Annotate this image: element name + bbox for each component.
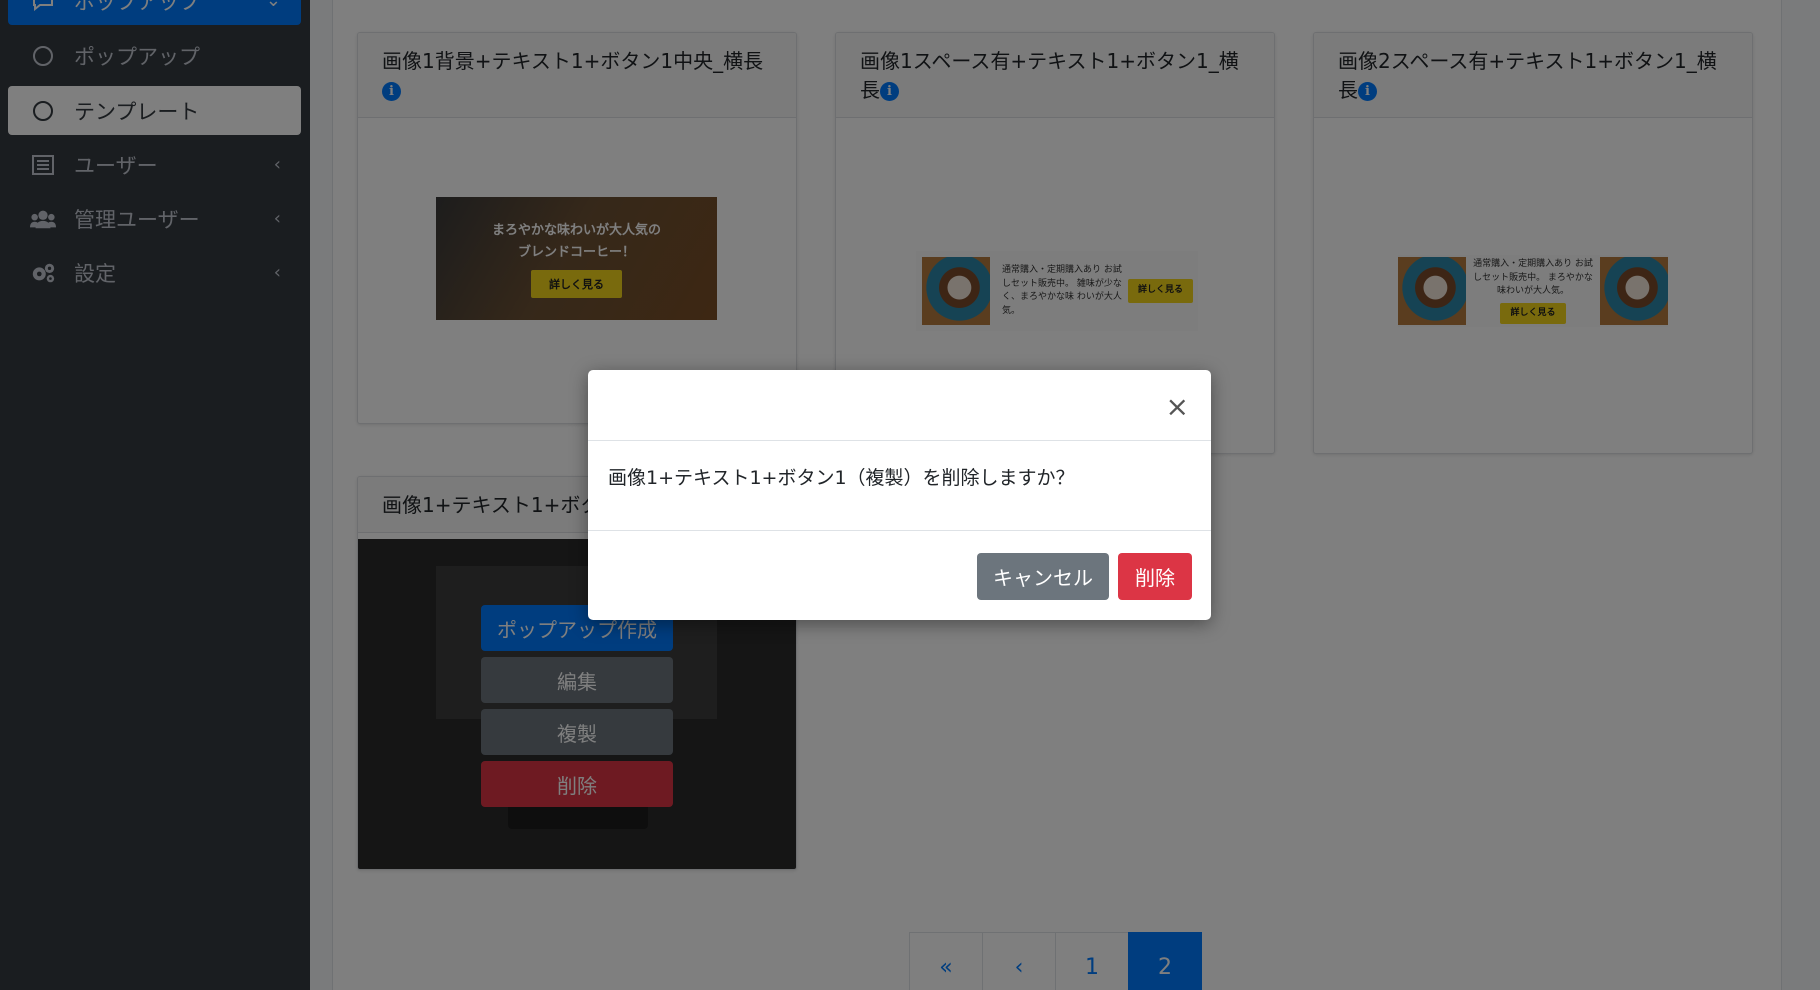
delete-confirm-modal: × 画像1+テキスト1+ボタン1（複製）を削除しますか？ キャンセル 削除 — [588, 370, 1211, 620]
cancel-button[interactable]: キャンセル — [977, 553, 1109, 600]
modal-message: 画像1+テキスト1+ボタン1（複製）を削除しますか？ — [588, 441, 1211, 531]
close-icon[interactable]: × — [1166, 390, 1189, 423]
confirm-delete-button[interactable]: 削除 — [1118, 553, 1192, 600]
modal-header: × — [588, 370, 1211, 441]
